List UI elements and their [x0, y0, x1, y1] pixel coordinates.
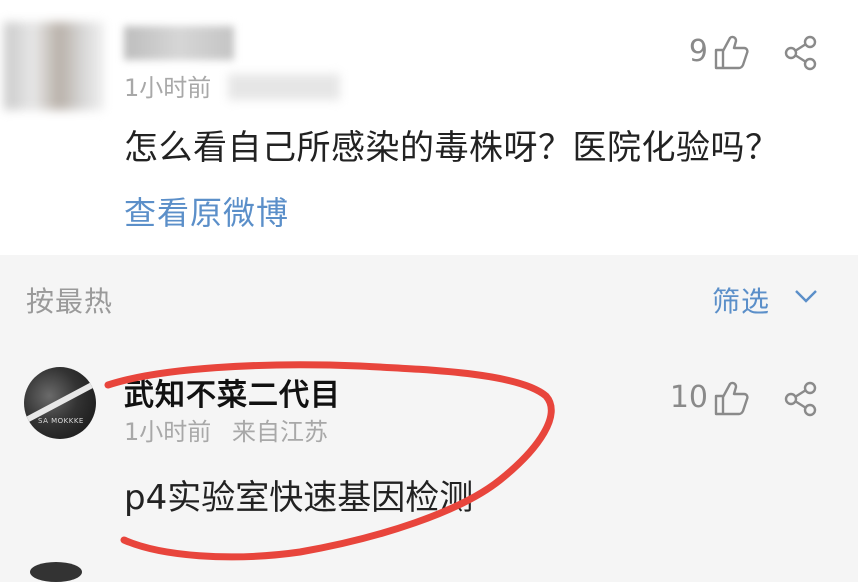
blurred-avatar	[4, 22, 104, 110]
post-like-count: 9	[688, 34, 708, 69]
post-time: 1小时前	[124, 74, 212, 102]
blurred-meta	[228, 74, 340, 100]
thumbs-up-icon[interactable]	[712, 380, 750, 418]
filter-button[interactable]: 筛选	[712, 280, 770, 320]
view-original-link[interactable]: 查看原微博	[124, 188, 289, 234]
comment-text: p4实验室快速基因检测	[124, 478, 474, 518]
share-icon[interactable]	[782, 380, 820, 418]
comment-like-count: 10	[669, 380, 708, 415]
next-avatar-peek	[30, 562, 82, 582]
comment-time: 1小时前	[124, 418, 212, 446]
comment-location: 来自江苏	[232, 418, 328, 446]
avatar[interactable]: SA MOKKKE	[24, 367, 96, 439]
blurred-username	[124, 26, 234, 60]
post-text: 怎么看自己所感染的毒株呀？医院化验吗？	[124, 128, 780, 168]
share-icon[interactable]	[782, 34, 820, 72]
chevron-down-icon[interactable]	[792, 286, 820, 306]
comment-username[interactable]: 武知不菜二代目	[124, 370, 341, 414]
sort-by-hot[interactable]: 按最热	[26, 280, 113, 320]
thumbs-up-icon[interactable]	[712, 34, 750, 72]
post-card: 1小时前 9 怎么看自己所感染的毒株呀？医院化验吗？ 查看原微博	[0, 0, 858, 255]
